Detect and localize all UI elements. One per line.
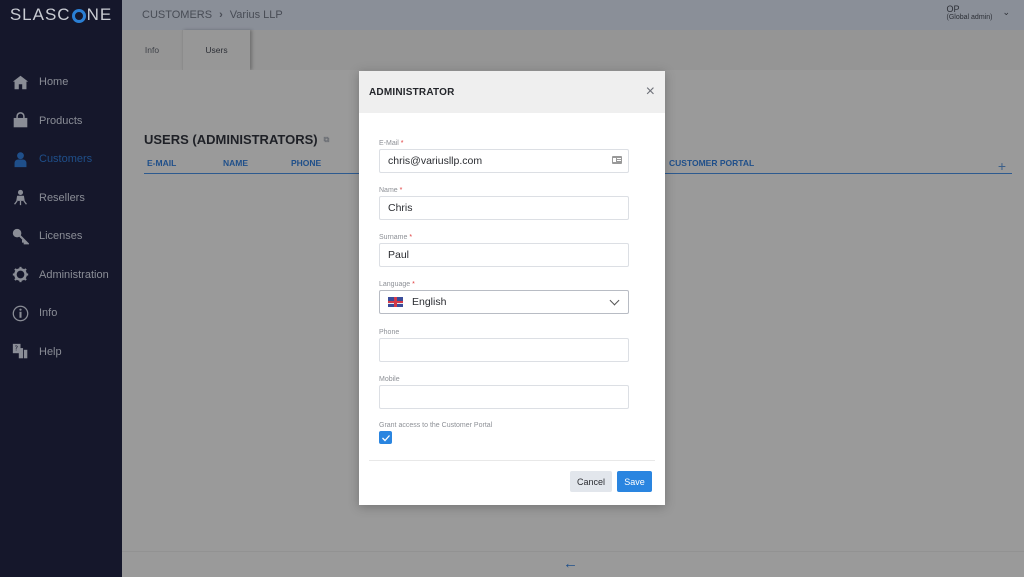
language-label: Language * [379, 281, 415, 288]
sidebar-item-customers[interactable]: Customers [0, 140, 122, 179]
footer: ← [122, 551, 1024, 577]
add-user-icon[interactable]: + [998, 158, 1006, 174]
info-icon [11, 304, 29, 322]
dialog-divider [369, 460, 655, 461]
close-icon[interactable]: × [646, 84, 655, 100]
dialog-title: ADMINISTRATOR [369, 86, 455, 98]
column-email[interactable]: E-MAIL [147, 158, 176, 168]
column-customer-portal[interactable]: CUSTOMER PORTAL [669, 158, 754, 168]
section-title: USERS (ADMINISTRATORS) ⧉ [144, 132, 329, 147]
sidebar-item-label: Licenses [39, 230, 83, 243]
mobile-label: Mobile [379, 376, 400, 383]
surname-field-group: Surname * [379, 234, 629, 267]
user-menu[interactable]: OP (Global admin) ⌄ [947, 4, 1010, 21]
top-bar: CUSTOMERS › Varius LLP OP (Global admin)… [122, 0, 1024, 30]
section-title-text: USERS (ADMINISTRATORS) [144, 132, 318, 147]
home-icon [11, 73, 29, 91]
key-icon [11, 227, 29, 245]
sidebar: SLASC NE Home Products Customers Reseller… [0, 0, 122, 577]
shopping-bag-icon [11, 112, 29, 130]
surname-field[interactable] [379, 243, 629, 267]
sidebar-item-label: Administration [39, 268, 109, 281]
surname-label: Surname * [379, 234, 413, 241]
reseller-icon [11, 189, 29, 207]
sidebar-item-label: Resellers [39, 191, 85, 204]
breadcrumb-chevron-icon: › [219, 9, 223, 21]
email-field-group: E-Mail * [379, 140, 629, 173]
tab-info[interactable]: Info [122, 30, 182, 70]
phone-label: Phone [379, 329, 400, 336]
sidebar-item-label: Info [39, 307, 58, 320]
mobile-field[interactable] [379, 385, 629, 409]
external-link-icon[interactable]: ⧉ [324, 135, 330, 145]
mobile-field-group: Mobile [379, 376, 629, 409]
sidebar-item-administration[interactable]: Administration [0, 256, 122, 295]
administrator-dialog: ADMINISTRATOR × E-Mail * Name * Surname … [359, 71, 665, 505]
gear-icon [11, 266, 29, 284]
column-name[interactable]: NAME [223, 158, 248, 168]
language-select[interactable]: English [379, 290, 629, 314]
sidebar-item-label: Home [39, 76, 69, 89]
name-field[interactable] [379, 196, 629, 220]
name-field-group: Name * [379, 187, 629, 220]
sidebar-item-licenses[interactable]: Licenses [0, 217, 122, 256]
portal-access-group: Grant access to the Customer Portal [379, 422, 629, 444]
name-label: Name * [379, 187, 403, 194]
breadcrumb: CUSTOMERS › Varius LLP [122, 9, 283, 21]
email-field[interactable] [379, 149, 629, 173]
user-role: (Global admin) [946, 14, 993, 21]
logo-o-icon [71, 9, 86, 23]
save-button[interactable]: Save [617, 471, 652, 492]
logo-text-prefix: SLASC [9, 5, 71, 24]
sidebar-nav: Home Products Customers Resellers Licens… [0, 63, 122, 371]
user-name: OP [946, 4, 960, 14]
chevron-down-icon[interactable] [609, 295, 620, 305]
logo[interactable]: SLASC NE [0, 0, 122, 30]
language-value: English [412, 296, 447, 308]
breadcrumb-current: Varius LLP [229, 9, 283, 21]
sidebar-item-home[interactable]: Home [0, 63, 122, 102]
phone-field-group: Phone [379, 329, 629, 362]
portal-access-checkbox[interactable] [379, 431, 392, 444]
logo-text-suffix: NE [86, 5, 113, 24]
portal-access-label: Grant access to the Customer Portal [379, 422, 493, 429]
sidebar-item-help[interactable]: ? Help [0, 333, 122, 372]
cancel-button[interactable]: Cancel [570, 471, 612, 492]
sidebar-item-products[interactable]: Products [0, 102, 122, 141]
back-arrow-icon[interactable]: ← [563, 555, 578, 572]
uk-flag-icon [388, 297, 403, 307]
sidebar-item-info[interactable]: Info [0, 294, 122, 333]
sidebar-item-label: Products [39, 114, 83, 127]
tab-bar: Info Users [122, 30, 1024, 70]
svg-text:?: ? [14, 345, 18, 353]
phone-field[interactable] [379, 338, 629, 362]
help-icon: ? [11, 343, 29, 361]
sidebar-item-label: Help [39, 345, 62, 358]
tab-users[interactable]: Users [182, 30, 250, 70]
language-field-group: Language * English [379, 281, 629, 314]
chevron-down-icon[interactable]: ⌄ [1002, 7, 1010, 18]
customer-icon [11, 150, 29, 168]
sidebar-item-resellers[interactable]: Resellers [0, 179, 122, 218]
checkmark-icon [381, 434, 390, 441]
contact-card-icon[interactable] [612, 156, 622, 164]
dialog-header: ADMINISTRATOR × [359, 71, 665, 113]
column-phone[interactable]: PHONE [291, 158, 321, 168]
email-label: E-Mail * [379, 140, 404, 147]
sidebar-item-label: Customers [39, 153, 93, 166]
breadcrumb-customers[interactable]: CUSTOMERS [142, 9, 212, 21]
